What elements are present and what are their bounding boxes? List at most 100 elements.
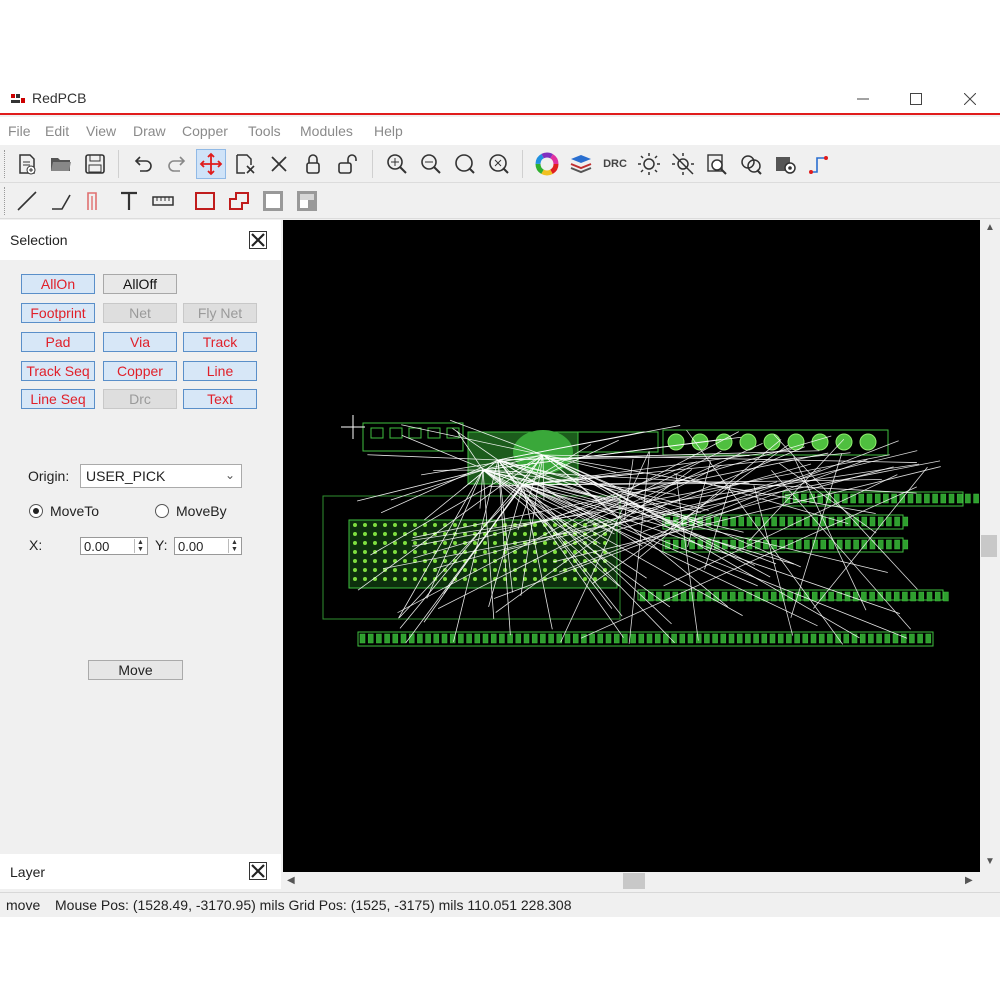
color-settings-button[interactable] [532, 149, 562, 179]
smd-pad [433, 633, 440, 644]
move-tool-button[interactable] [196, 149, 226, 179]
undo-button[interactable] [128, 149, 158, 179]
zoom-in-button[interactable] [382, 149, 412, 179]
menu-help[interactable]: Help [374, 123, 403, 139]
filter-trackseq-button[interactable]: Track Seq [21, 361, 95, 381]
filter-flynet-button[interactable]: Fly Net [183, 303, 257, 323]
x-spinbox[interactable]: 0.00 ▲ ▼ [80, 537, 148, 555]
close-panel-icon[interactable] [249, 862, 267, 880]
filter-alloff-button[interactable]: AllOff [103, 274, 177, 294]
filled-rect-button[interactable] [258, 186, 288, 216]
settings-button[interactable] [770, 149, 800, 179]
pcb-drawing[interactable] [283, 220, 980, 872]
filter-net-button[interactable]: Net [103, 303, 177, 323]
smd-pad [474, 633, 481, 644]
open-button[interactable] [46, 149, 76, 179]
delete-selection-button[interactable] [230, 149, 260, 179]
unlock-button[interactable] [332, 149, 362, 179]
filter-via-button[interactable]: Via [103, 332, 177, 352]
scroll-down-icon[interactable]: ▼ [985, 856, 995, 867]
draw-polyline-button[interactable] [46, 186, 76, 216]
y-spinbox[interactable]: 0.00 ▲ ▼ [174, 537, 242, 555]
minimize-button[interactable] [840, 82, 886, 115]
draw-line-icon [17, 191, 37, 211]
text-tool-button[interactable] [114, 186, 144, 216]
origin-value: USER_PICK [86, 468, 166, 484]
pad [363, 541, 367, 545]
zoom-fit-button[interactable] [450, 149, 480, 179]
smd-pad [754, 516, 761, 527]
spin-arrows-icon[interactable]: ▲ ▼ [134, 539, 146, 553]
layer-panel-title: Layer [10, 864, 46, 880]
pcb-canvas[interactable] [283, 220, 980, 872]
measure-button[interactable] [148, 186, 178, 216]
pad [383, 577, 387, 581]
draw-rectangle-button[interactable] [190, 186, 220, 216]
lock-button[interactable] [298, 149, 328, 179]
maximize-button[interactable] [893, 82, 939, 115]
smd-pad [376, 633, 382, 644]
find-button[interactable] [702, 149, 732, 179]
pad [453, 541, 457, 545]
scroll-up-icon[interactable]: ▲ [985, 222, 995, 233]
redo-button[interactable] [162, 149, 192, 179]
filter-lineseq-button[interactable]: Line Seq [21, 389, 95, 409]
brightness-button[interactable] [634, 149, 664, 179]
origin-dropdown[interactable]: USER_PICK ⌄ [80, 464, 242, 488]
replace-button[interactable] [736, 149, 766, 179]
pad [403, 550, 407, 554]
draw-polygon-button[interactable] [224, 186, 254, 216]
close-icon [964, 92, 976, 105]
zoom-area-button[interactable] [484, 149, 514, 179]
close-icon [271, 156, 287, 172]
menu-modules[interactable]: Modules [300, 123, 353, 139]
filter-footprint-button[interactable]: Footprint [21, 303, 95, 323]
smd-pad [745, 633, 751, 644]
pad [503, 568, 507, 572]
scroll-left-icon[interactable]: ◀ [287, 875, 295, 886]
menu-file[interactable]: File [8, 123, 31, 139]
brightness-off-button[interactable] [668, 149, 698, 179]
fill-cutout-button[interactable] [292, 186, 322, 216]
filter-drc-button[interactable]: Drc [103, 389, 177, 409]
smd-pad [777, 633, 784, 644]
vertical-scrollbar[interactable]: ▲ ▼ [980, 220, 998, 872]
pad [383, 532, 387, 536]
scroll-right-icon[interactable]: ▶ [965, 875, 973, 886]
toolbar-grip[interactable] [4, 150, 7, 178]
pad [413, 523, 417, 527]
smd-pad [466, 633, 472, 644]
filter-pad-button[interactable]: Pad [21, 332, 95, 352]
filter-line-button[interactable]: Line [183, 361, 257, 381]
layer-settings-button[interactable] [566, 149, 596, 179]
spin-arrows-icon[interactable]: ▲ ▼ [228, 539, 240, 553]
draw-line-button[interactable] [12, 186, 42, 216]
cancel-button[interactable] [264, 149, 294, 179]
selection-panel-header: Selection [0, 220, 281, 260]
vertical-scroll-thumb[interactable] [981, 535, 997, 557]
horizontal-scroll-thumb[interactable] [623, 873, 645, 889]
moveto-radio[interactable] [29, 504, 43, 518]
filter-allon-button[interactable]: AllOn [21, 274, 95, 294]
close-panel-icon[interactable] [249, 231, 267, 249]
toolbar-grip[interactable] [4, 187, 7, 215]
menu-copper[interactable]: Copper [182, 123, 228, 139]
move-button[interactable]: Move [88, 660, 183, 680]
draw-track-button[interactable] [80, 186, 110, 216]
menu-tools[interactable]: Tools [248, 123, 281, 139]
menu-draw[interactable]: Draw [133, 123, 166, 139]
moveby-radio[interactable] [155, 504, 169, 518]
zoom-out-button[interactable] [416, 149, 446, 179]
save-button[interactable] [80, 149, 110, 179]
horizontal-scrollbar[interactable]: ◀ ▶ [283, 872, 980, 890]
close-window-button[interactable] [947, 82, 993, 115]
route-button[interactable] [804, 149, 834, 179]
filter-copper-button[interactable]: Copper [103, 361, 177, 381]
menu-edit[interactable]: Edit [45, 123, 69, 139]
menu-view[interactable]: View [86, 123, 116, 139]
new-file-button[interactable] [12, 149, 42, 179]
pad [453, 568, 457, 572]
filter-text-button[interactable]: Text [183, 389, 257, 409]
drc-button[interactable]: DRC [600, 149, 630, 179]
filter-track-button[interactable]: Track [183, 332, 257, 352]
